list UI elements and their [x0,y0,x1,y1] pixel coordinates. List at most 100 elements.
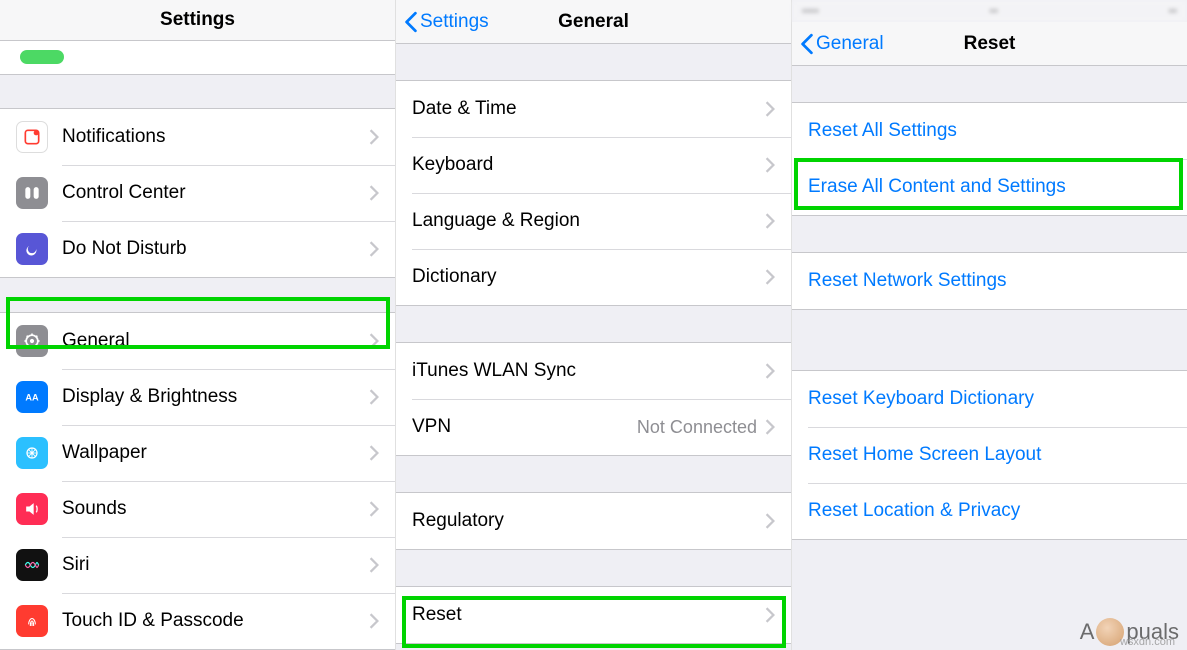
chevron-right-icon [369,501,379,517]
watermark: A puals wsxdn.com [1080,618,1179,646]
chevron-right-icon [369,613,379,629]
page-title: Reset [964,33,1016,55]
row-sounds[interactable]: Sounds [0,481,395,537]
row-label: Do Not Disturb [62,238,369,260]
row-label: Siri [62,554,369,576]
back-button[interactable]: General [800,33,884,55]
row-label: Reset Network Settings [808,270,1171,292]
chevron-right-icon [369,185,379,201]
row-detail: Not Connected [637,417,757,438]
general-group-3: Regulatory [396,492,791,550]
row-label: Wallpaper [62,442,369,464]
general-group-2: iTunes WLAN Sync VPN Not Connected [396,342,791,456]
chevron-right-icon [369,557,379,573]
row-label: Control Center [62,182,369,204]
back-button[interactable]: Settings [404,11,489,33]
watermark-domain: wsxdn.com [1120,636,1175,648]
row-label: Dictionary [412,266,765,288]
chevron-right-icon [765,513,775,529]
do-not-disturb-icon [16,233,48,265]
row-label: Erase All Content and Settings [808,176,1171,198]
siri-icon [16,549,48,581]
row-label: Reset Location & Privacy [808,500,1171,522]
row-date-time[interactable]: Date & Time [396,81,791,137]
settings-group-2: General AA Display & Brightness Wallpape… [0,312,395,650]
navbar-settings: Settings [0,0,395,41]
row-regulatory[interactable]: Regulatory [396,493,791,549]
row-label: iTunes WLAN Sync [412,360,765,382]
row-label: Notifications [62,126,369,148]
row-label: Display & Brightness [62,386,369,408]
row-general[interactable]: General [0,313,395,369]
row-label: Sounds [62,498,369,520]
row-touch-id[interactable]: Touch ID & Passcode [0,593,395,649]
chevron-right-icon [369,241,379,257]
row-do-not-disturb[interactable]: Do Not Disturb [0,221,395,277]
row-control-center[interactable]: Control Center [0,165,395,221]
row-label: General [62,330,369,352]
row-erase-all-content[interactable]: Erase All Content and Settings [792,159,1187,215]
svg-text:AA: AA [25,392,39,402]
general-icon [16,325,48,357]
chevron-right-icon [765,213,775,229]
row-wallpaper[interactable]: Wallpaper [0,425,395,481]
chevron-right-icon [765,419,775,435]
row-label: Reset [412,604,765,626]
wallpaper-icon [16,437,48,469]
page-title: Settings [160,9,235,31]
settings-group-1: Notifications Control Center Do Not Dist… [0,108,395,278]
row-reset[interactable]: Reset [396,587,791,643]
chevron-right-icon [765,363,775,379]
watermark-prefix: A [1080,619,1095,645]
display-brightness-icon: AA [16,381,48,413]
partial-toggle-row[interactable] [0,41,395,75]
general-pane: Settings General Date & Time Keyboard La… [396,0,792,650]
status-bar: •••••••• [792,0,1187,22]
chevron-right-icon [369,129,379,145]
reset-group-2: Reset Network Settings [792,252,1187,310]
row-reset-keyboard-dict[interactable]: Reset Keyboard Dictionary [792,371,1187,427]
row-label: Regulatory [412,510,765,532]
row-label: Touch ID & Passcode [62,610,369,632]
settings-pane: Settings Notifications Control Center [0,0,396,650]
chevron-right-icon [765,101,775,117]
row-reset-all-settings[interactable]: Reset All Settings [792,103,1187,159]
notifications-icon [16,121,48,153]
reset-group-1: Reset All Settings Erase All Content and… [792,102,1187,216]
chevron-right-icon [369,333,379,349]
control-center-icon [16,177,48,209]
row-dictionary[interactable]: Dictionary [396,249,791,305]
row-reset-home-screen[interactable]: Reset Home Screen Layout [792,427,1187,483]
navbar-reset: General Reset [792,22,1187,66]
chevron-right-icon [369,445,379,461]
general-group-4: Reset [396,586,791,644]
touch-id-icon [16,605,48,637]
row-label: Reset Keyboard Dictionary [808,388,1171,410]
navbar-general: Settings General [396,0,791,44]
row-reset-network[interactable]: Reset Network Settings [792,253,1187,309]
row-reset-location-privacy[interactable]: Reset Location & Privacy [792,483,1187,539]
back-label: General [816,33,884,55]
row-label: VPN [412,416,637,438]
row-siri[interactable]: Siri [0,537,395,593]
toggle-switch-icon[interactable] [20,50,64,64]
chevron-right-icon [765,607,775,623]
row-label: Reset Home Screen Layout [808,444,1171,466]
row-language-region[interactable]: Language & Region [396,193,791,249]
row-label: Language & Region [412,210,765,232]
row-vpn[interactable]: VPN Not Connected [396,399,791,455]
row-label: Keyboard [412,154,765,176]
row-label: Date & Time [412,98,765,120]
row-itunes-wlan-sync[interactable]: iTunes WLAN Sync [396,343,791,399]
chevron-right-icon [765,157,775,173]
row-display-brightness[interactable]: AA Display & Brightness [0,369,395,425]
row-keyboard[interactable]: Keyboard [396,137,791,193]
row-notifications[interactable]: Notifications [0,109,395,165]
row-label: Reset All Settings [808,120,1171,142]
chevron-right-icon [765,269,775,285]
sounds-icon [16,493,48,525]
back-label: Settings [420,11,489,33]
reset-group-3: Reset Keyboard Dictionary Reset Home Scr… [792,370,1187,540]
reset-pane: •••••••• General Reset Reset All Setting… [792,0,1187,650]
page-title: General [558,11,629,33]
